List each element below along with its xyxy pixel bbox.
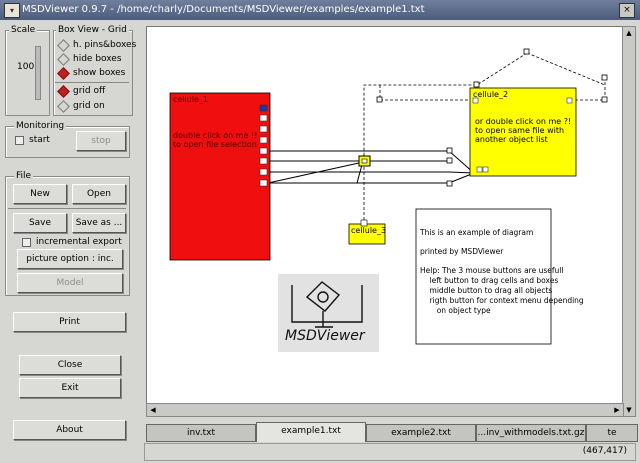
pin[interactable] (476, 166, 483, 173)
close-window-button[interactable]: × (619, 3, 635, 18)
pin[interactable] (259, 179, 268, 187)
checkbox-icon (15, 136, 24, 145)
model-button[interactable]: Model (17, 273, 123, 293)
scale-slider[interactable] (35, 46, 41, 100)
pin[interactable] (259, 147, 268, 155)
info-line: Help: The 3 mouse buttons are usefull (420, 266, 563, 275)
stop-button[interactable]: stop (76, 131, 126, 151)
box-view-label: Box View - Grid (56, 25, 129, 35)
pin[interactable] (259, 136, 268, 144)
info-line: left button to drag cells and boxes (420, 276, 558, 285)
save-button[interactable]: Save (13, 213, 67, 233)
divider (55, 82, 129, 83)
file-tabs: inv.txt example1.txt example2.txt ...inv… (144, 422, 640, 442)
scroll-left-icon[interactable]: ◀ (148, 405, 158, 415)
scale-label: Scale (9, 25, 38, 35)
handle[interactable] (473, 81, 480, 88)
tab-inv-withmodels[interactable]: ...inv_withmodels.txt.gz (476, 424, 586, 442)
cell-yellow-text-2: to open same file with (475, 126, 564, 135)
exit-button[interactable]: Exit (19, 378, 121, 398)
about-button[interactable]: About (13, 420, 126, 440)
cell-red[interactable] (169, 92, 271, 261)
tab-example2[interactable]: example2.txt (366, 424, 476, 442)
pin[interactable] (259, 104, 268, 112)
cell-yellow-title: cellule_2 (473, 90, 508, 99)
control-panel: Scale 100 Box View - Grid h. pins&boxes … (0, 20, 140, 463)
save-as-button[interactable]: Save as ... (72, 213, 126, 233)
title-bar: ▾ MSDViewer 0.9.7 - /home/charly/Documen… (0, 0, 640, 20)
pin[interactable] (259, 168, 268, 176)
cell-small-title: cellule_3 (351, 226, 386, 235)
scroll-right-icon[interactable]: ▶ (612, 405, 622, 415)
file-label: File (14, 171, 34, 181)
monitoring-label: Monitoring (14, 121, 67, 131)
pin[interactable] (259, 114, 268, 122)
handle[interactable] (446, 147, 453, 154)
status-bar: (467,417) (144, 443, 636, 461)
cell-yellow-text-3: another object list (475, 135, 548, 144)
divider (8, 208, 126, 209)
pin[interactable] (360, 219, 368, 227)
handle[interactable] (601, 74, 608, 81)
tab-te[interactable]: te (586, 424, 638, 442)
cell-red-title: cellule_1 (173, 95, 208, 104)
cell-red-text-1: double click on me !! (173, 131, 257, 140)
handle[interactable] (523, 48, 530, 55)
diagram-canvas[interactable]: cellule_1 double click on me !! to open … (146, 26, 623, 404)
scale-value: 100 (17, 62, 35, 72)
pin[interactable] (566, 97, 573, 104)
tab-example1[interactable]: example1.txt (256, 422, 366, 442)
info-line: printed by MSDViewer (420, 247, 504, 256)
window-title: MSDViewer 0.9.7 - /home/charly/Documents… (22, 4, 425, 15)
pin[interactable] (259, 125, 268, 133)
info-line: rigth button for context menu depending (420, 296, 584, 305)
cell-yellow-text-1: or double click on me ?! (475, 117, 571, 126)
handle[interactable] (376, 96, 383, 103)
close-button[interactable]: Close (19, 355, 121, 375)
info-line: middle button to drag all objects (420, 286, 552, 295)
info-line: on object type (420, 306, 491, 315)
cell-red-text-2: to open file selection (173, 140, 257, 149)
scroll-down-icon[interactable]: ▼ (624, 405, 634, 415)
pin[interactable] (472, 97, 479, 104)
pin[interactable] (482, 166, 489, 173)
picture-option-button[interactable]: picture option : inc. (17, 249, 123, 269)
scale-group (5, 30, 50, 116)
info-line: This is an example of diagram (419, 228, 533, 237)
app-icon[interactable]: ▾ (4, 3, 20, 18)
print-button[interactable]: Print (13, 312, 126, 332)
handle[interactable] (446, 157, 453, 164)
coordinates-readout: (467,417) (582, 446, 627, 456)
handle[interactable] (601, 96, 608, 103)
tab-inv[interactable]: inv.txt (146, 424, 256, 442)
solid-connectors (267, 150, 475, 184)
open-button[interactable]: Open (72, 184, 126, 204)
handle[interactable] (446, 180, 453, 187)
scroll-up-icon[interactable]: ▲ (624, 28, 634, 38)
diagram-svg[interactable]: cellule_1 double click on me !! to open … (147, 27, 622, 403)
pin[interactable] (259, 157, 268, 165)
vertical-scrollbar[interactable]: ▲ ▼ (622, 26, 636, 417)
checkbox-icon (22, 238, 31, 247)
junction-pin[interactable] (361, 158, 368, 164)
horizontal-scrollbar[interactable]: ◀ ▶ (146, 403, 624, 417)
new-button[interactable]: New (13, 184, 67, 204)
logo-text: MSDViewer (285, 328, 366, 344)
